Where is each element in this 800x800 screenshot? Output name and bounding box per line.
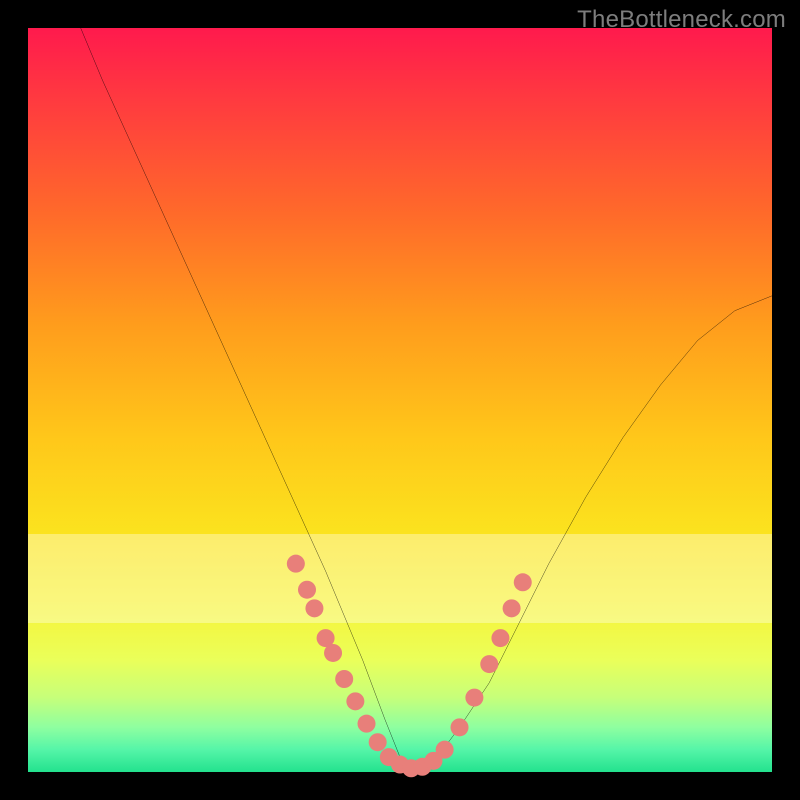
curve-marker [465, 689, 483, 707]
curve-marker [298, 581, 316, 599]
plot-area [28, 28, 772, 772]
curve-marker [358, 715, 376, 733]
curve-marker [503, 599, 521, 617]
curve-marker [514, 573, 532, 591]
curve-marker [324, 644, 342, 662]
curve-marker [451, 718, 469, 736]
curve-marker [335, 670, 353, 688]
curve-marker [480, 655, 498, 673]
curve-marker [305, 599, 323, 617]
curve-marker [436, 741, 454, 759]
bottleneck-curve [28, 28, 772, 772]
curve-marker [346, 692, 364, 710]
curve-marker [369, 733, 387, 751]
curve-marker [491, 629, 509, 647]
curve-marker [287, 555, 305, 573]
chart-frame: TheBottleneck.com [0, 0, 800, 800]
